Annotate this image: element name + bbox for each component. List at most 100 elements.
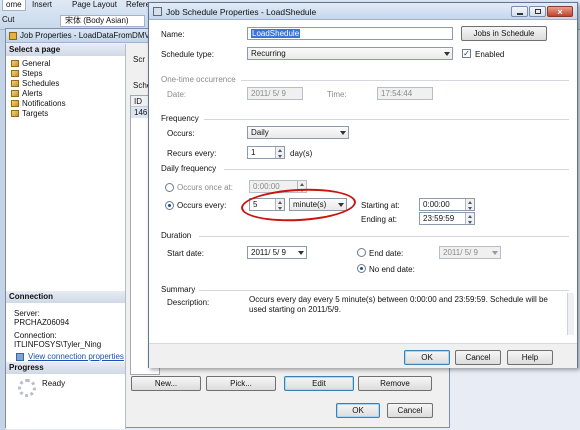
ribbon-tab-insert[interactable]: Insert: [32, 0, 52, 10]
end-date-value: 2011/ 5/ 9: [443, 248, 478, 257]
ending-at-spin-icon[interactable]: [465, 213, 474, 224]
calendar-dropdown-icon: [298, 251, 304, 255]
description-text: Occurs every day every 5 minute(s) betwe…: [249, 295, 548, 314]
occurs-once-label: Occurs once at:: [177, 183, 234, 192]
page-item-general[interactable]: General: [11, 59, 121, 69]
one-time-time-value: 17:54:44: [381, 89, 413, 98]
job-cancel-button[interactable]: Cancel: [387, 403, 433, 418]
page-item-alerts[interactable]: Alerts: [11, 89, 121, 99]
page-icon: [11, 110, 19, 118]
occurs-every-label: Occurs every:: [177, 201, 227, 210]
schedule-type-label: Schedule type:: [161, 50, 214, 59]
occurs-once-radio[interactable]: [165, 183, 174, 192]
starting-at-input[interactable]: 0:00:00: [419, 198, 475, 211]
connection-header: Connection: [6, 291, 125, 303]
chevron-down-icon: [444, 52, 450, 56]
occurs-every-radio[interactable]: [165, 201, 174, 210]
progress-spinner-icon: [18, 379, 36, 397]
jobs-in-schedule-button[interactable]: Jobs in Schedule: [461, 26, 547, 41]
enabled-checkbox[interactable]: ✓: [462, 49, 471, 58]
job-properties-title: Job Properties - LoadDataFromDMV: [20, 31, 150, 40]
schedule-dialog: Job Schedule Properties - LoadShedule × …: [148, 2, 578, 368]
server-value: PRCHAZ06094: [14, 318, 70, 327]
recurs-every-label: Recurs every:: [167, 149, 217, 158]
select-page-panel: Select a page General Steps Schedules Al…: [6, 44, 126, 429]
name-input[interactable]: LoadShedule: [247, 27, 453, 40]
end-date-radio[interactable]: [357, 248, 366, 257]
one-time-time-input[interactable]: 17:54:44: [377, 87, 433, 100]
page-icon: [11, 100, 19, 108]
schedule-help-button[interactable]: Help: [507, 350, 553, 365]
page-icon: [11, 90, 19, 98]
starting-at-spin-icon[interactable]: [465, 199, 474, 210]
one-time-date-value: 2011/ 5/ 9: [251, 89, 286, 98]
schedule-dialog-title: Job Schedule Properties - LoadShedule: [166, 7, 317, 17]
dialog-app-icon: [153, 7, 162, 16]
one-time-time-label: Time:: [327, 90, 347, 99]
ribbon-font-box[interactable]: 宋体 (Body Asian): [60, 15, 145, 27]
remove-schedule-button[interactable]: Remove: [358, 376, 432, 391]
duration-divider: [199, 236, 569, 237]
select-page-header: Select a page: [6, 44, 125, 56]
end-date-picker[interactable]: 2011/ 5/ 9: [439, 246, 501, 259]
view-connection-link[interactable]: View connection properties: [28, 352, 124, 362]
page-list: General Steps Schedules Alerts Notificat…: [11, 59, 121, 119]
enabled-label: Enabled: [475, 50, 505, 59]
name-label: Name:: [161, 30, 185, 39]
page-item-steps[interactable]: Steps: [11, 69, 121, 79]
edit-schedule-button[interactable]: Edit: [284, 376, 354, 391]
daily-frequency-divider: [224, 169, 569, 170]
schedule-cancel-button[interactable]: Cancel: [455, 350, 501, 365]
close-icon: ×: [557, 7, 563, 17]
summary-title: Summary: [161, 285, 196, 294]
starting-at-label: Starting at:: [361, 201, 400, 210]
app-icon: [9, 32, 17, 40]
close-button[interactable]: ×: [547, 6, 573, 17]
one-time-date-input[interactable]: 2011/ 5/ 9: [247, 87, 303, 100]
ribbon-tab-page-layout[interactable]: Page Layout: [72, 0, 117, 10]
ribbon-cut-button[interactable]: Cut: [2, 15, 14, 25]
daily-frequency-title: Daily frequency: [161, 164, 217, 173]
occurs-label: Occurs:: [167, 129, 195, 138]
start-date-value: 2011/ 5/ 9: [251, 248, 286, 257]
start-date-picker[interactable]: 2011/ 5/ 9: [247, 246, 307, 259]
page-item-targets[interactable]: Targets: [11, 109, 121, 119]
schedule-type-select[interactable]: Recurring: [247, 47, 453, 60]
connection-value: ITLINFOSYS\Tyler_Ning: [14, 340, 102, 349]
minimize-icon: [517, 13, 523, 15]
toolbar-script-fragment[interactable]: Scr: [133, 55, 145, 65]
no-end-date-radio[interactable]: [357, 264, 366, 273]
new-schedule-button[interactable]: New...: [131, 376, 201, 391]
starting-at-value: 0:00:00: [423, 200, 450, 209]
minimize-button[interactable]: [511, 6, 528, 17]
summary-scrollbar[interactable]: [567, 293, 574, 335]
duration-title: Duration: [161, 231, 192, 240]
ribbon-tab-home[interactable]: ome: [2, 0, 26, 11]
end-date-label: End date:: [369, 249, 404, 258]
calendar-dropdown-icon: [492, 251, 498, 255]
job-ok-button[interactable]: OK: [336, 403, 380, 418]
frequency-title: Frequency: [161, 114, 199, 123]
schedule-ok-button[interactable]: OK: [404, 350, 450, 365]
page-icon: [11, 60, 19, 68]
occurs-select[interactable]: Daily: [247, 126, 349, 139]
link-icon: [16, 353, 24, 361]
restore-button[interactable]: [529, 6, 546, 17]
frequency-divider: [204, 119, 569, 120]
one-time-date-label: Date:: [167, 90, 187, 99]
ending-at-input[interactable]: 23:59:59: [419, 212, 475, 225]
one-time-divider: [241, 80, 569, 81]
page-item-notifications[interactable]: Notifications: [11, 99, 121, 109]
pick-schedule-button[interactable]: Pick...: [206, 376, 276, 391]
no-end-date-label: No end date:: [369, 265, 415, 274]
restore-icon: [535, 9, 541, 14]
recurs-spin-icon[interactable]: [275, 147, 284, 158]
ribbon-tab-references[interactable]: Refere: [126, 0, 150, 10]
recurs-every-value: 1: [251, 148, 256, 157]
page-icon: [11, 70, 19, 78]
start-date-label: Start date:: [167, 249, 204, 258]
page-item-schedules[interactable]: Schedules: [11, 79, 121, 89]
recurs-every-input[interactable]: 1: [247, 146, 285, 159]
progress-header: Progress: [6, 362, 125, 374]
name-input-value: LoadShedule: [251, 29, 301, 38]
